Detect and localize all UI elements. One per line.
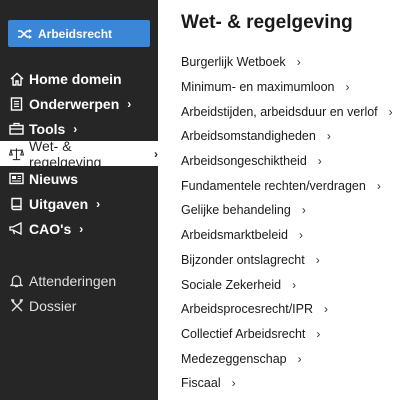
list-item-label: Arbeidsmarktbeleid: [181, 228, 288, 243]
sidebar-item-label: Uitgaven: [29, 195, 89, 212]
briefcase-icon: [9, 121, 24, 136]
sidebar-item-label: Wet- & regelgeving: [29, 137, 102, 170]
sidebar-item-label: Tools: [29, 120, 66, 137]
bell-icon: [9, 273, 24, 288]
list-item-label: Fiscaal: [181, 376, 221, 391]
home-icon: [9, 71, 24, 86]
chevron-right-icon: ›: [73, 121, 78, 136]
chevron-right-icon: ›: [231, 376, 236, 391]
chevron-right-icon: ›: [292, 277, 297, 292]
list-item[interactable]: Minimum- en maximumloon ›: [181, 75, 396, 100]
chevron-right-icon: ›: [296, 55, 301, 70]
domain-switch-button[interactable]: Arbeidsrecht: [8, 20, 150, 47]
sidebar-item-wet-regelgeving[interactable]: Wet- & regelgeving ›: [0, 138, 158, 170]
sidebar-secondary-nav: Attenderingen Dossier: [0, 268, 158, 318]
sidebar-item-label: Onderwerpen: [29, 95, 120, 112]
list-item-label: Minimum- en maximumloon: [181, 80, 335, 95]
chevron-right-icon: ›: [127, 96, 132, 111]
list-item-label: Arbeidsprocesrecht/IPR: [181, 302, 314, 317]
list-item-label: Burgerlijk Wetboek: [181, 55, 286, 70]
chevron-right-icon: ›: [299, 228, 303, 243]
list-item[interactable]: Burgerlijk Wetboek ›: [181, 50, 396, 75]
shuffle-icon: [17, 28, 33, 40]
book-icon: [9, 196, 24, 211]
chevron-right-icon: ›: [154, 146, 158, 161]
chevron-right-icon: ›: [316, 326, 321, 341]
list-item[interactable]: Gelijke behandeling ›: [181, 198, 396, 223]
sidebar-nav: Home domein Onderwerpen › Tools › Wet- &…: [0, 66, 158, 241]
chevron-right-icon: ›: [324, 302, 329, 317]
scales-icon: [9, 146, 24, 161]
domain-switch-label: Arbeidsrecht: [38, 26, 113, 41]
sidebar-item-caos[interactable]: CAO's ›: [0, 216, 158, 241]
list-item[interactable]: Collectief Arbeidsrecht ›: [181, 322, 396, 347]
list-item[interactable]: Arbeidsongeschiktheid ›: [181, 149, 396, 174]
chevron-right-icon: ›: [96, 196, 101, 211]
list-item[interactable]: Arbeidsomstandigheden ›: [181, 124, 396, 149]
sidebar-item-dossier[interactable]: Dossier: [0, 293, 158, 318]
list-item-label: Gelijke behandeling: [181, 203, 291, 218]
megaphone-icon: [9, 221, 24, 236]
chevron-right-icon: ›: [326, 129, 331, 144]
chevron-right-icon: ›: [315, 252, 320, 267]
list-item[interactable]: Arbeidsmarktbeleid ›: [181, 223, 396, 248]
list-item-label: Sociale Zekerheid: [181, 277, 282, 292]
chevron-right-icon: ›: [297, 351, 302, 366]
chevron-right-icon: ›: [317, 154, 322, 169]
list-item-label: Arbeidsongeschiktheid: [181, 154, 307, 169]
page-title: Wet- & regelgeving: [181, 12, 353, 33]
sidebar-item-label: CAO's: [29, 220, 72, 237]
sidebar-item-onderwerpen[interactable]: Onderwerpen ›: [0, 91, 158, 116]
list-item[interactable]: Bijzonder ontslagrecht ›: [181, 248, 396, 273]
list-item-label: Bijzonder ontslagrecht: [181, 252, 305, 267]
chevron-right-icon: ›: [388, 104, 393, 119]
list-item[interactable]: Arbeidsprocesrecht/IPR ›: [181, 297, 396, 322]
sidebar-item-nieuws[interactable]: Nieuws: [0, 166, 158, 191]
sidebar-item-home[interactable]: Home domein: [0, 66, 158, 91]
newspaper-icon: [9, 171, 24, 186]
sidebar: Arbeidsrecht Home domein Onderwerpen › T…: [0, 0, 158, 400]
tools-icon: [9, 298, 24, 313]
sidebar-item-uitgaven[interactable]: Uitgaven ›: [0, 191, 158, 216]
list-item[interactable]: Arbeidstijden, arbeidsduur en verlof ›: [181, 99, 396, 124]
chevron-right-icon: ›: [301, 203, 306, 218]
chevron-right-icon: ›: [79, 221, 84, 236]
sidebar-item-label: Attenderingen: [29, 272, 117, 289]
list-item-label: Collectief Arbeidsrecht: [181, 326, 306, 341]
chevron-right-icon: ›: [345, 80, 350, 95]
list-item[interactable]: Sociale Zekerheid ›: [181, 272, 396, 297]
list-item-label: Medezeggenschap: [181, 351, 287, 366]
sidebar-item-label: Dossier: [29, 297, 77, 314]
list-item[interactable]: Medezeggenschap ›: [181, 346, 396, 371]
chevron-right-icon: ›: [376, 178, 381, 193]
regulation-list: Burgerlijk Wetboek › Minimum- en maximuml…: [181, 50, 396, 396]
list-item-label: Arbeidstijden, arbeidsduur en verlof: [181, 104, 378, 119]
document-icon: [9, 96, 24, 111]
list-item-label: Fundamentele rechten/verdragen: [181, 178, 366, 193]
sidebar-item-label: Home domein: [29, 70, 122, 87]
sidebar-item-label: Nieuws: [29, 170, 79, 187]
sidebar-item-attenderingen[interactable]: Attenderingen: [0, 268, 158, 293]
list-item-label: Arbeidsomstandigheden: [181, 129, 316, 144]
list-item[interactable]: Fundamentele rechten/verdragen ›: [181, 173, 396, 198]
list-item[interactable]: Fiscaal ›: [181, 371, 396, 396]
